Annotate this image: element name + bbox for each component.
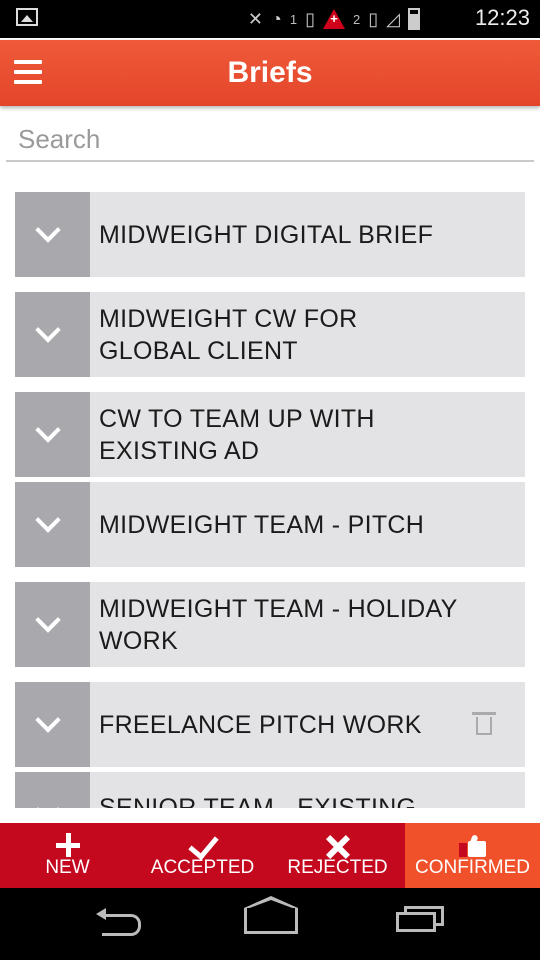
back-icon[interactable] bbox=[96, 908, 146, 938]
check-icon bbox=[187, 828, 219, 861]
brief-title: MIDWEIGHT CW FOR GLOBAL CLIENT bbox=[99, 304, 358, 365]
sim-icon: ▯ bbox=[305, 9, 316, 29]
chevron-down-icon bbox=[35, 416, 61, 443]
sim-icon: ▯ bbox=[368, 9, 379, 29]
chevron-down-icon bbox=[35, 706, 61, 733]
tab-accepted[interactable]: ACCEPTED bbox=[135, 823, 270, 888]
brief-list[interactable]: MIDWEIGHT DIGITAL BRIEF MIDWEIGHT CW FOR… bbox=[15, 192, 525, 808]
sim1-label: 1 bbox=[289, 11, 298, 27]
expand-toggle[interactable] bbox=[15, 392, 90, 477]
expand-toggle[interactable] bbox=[15, 292, 90, 377]
expand-toggle[interactable] bbox=[15, 772, 90, 808]
close-icon bbox=[326, 835, 350, 859]
sim2-label: 2 bbox=[353, 11, 361, 27]
chevron-down-icon bbox=[35, 216, 61, 243]
expand-toggle[interactable] bbox=[15, 582, 90, 667]
list-item[interactable]: MIDWEIGHT CW FOR GLOBAL CLIENT bbox=[15, 292, 525, 377]
chevron-down-icon bbox=[35, 796, 61, 808]
brief-title: SENIOR TEAM - EXISTING bbox=[99, 794, 417, 808]
search-input[interactable] bbox=[6, 118, 534, 162]
tab-confirmed[interactable]: CONFIRMED bbox=[405, 823, 540, 888]
tab-rejected[interactable]: REJECTED bbox=[270, 823, 405, 888]
app-bar: Briefs bbox=[0, 40, 540, 106]
page-title: Briefs bbox=[227, 56, 313, 89]
brief-title: MIDWEIGHT TEAM - PITCH bbox=[99, 510, 425, 539]
list-item[interactable]: CW TO TEAM UP WITH EXISTING AD bbox=[15, 392, 525, 477]
chevron-down-icon bbox=[35, 316, 61, 343]
list-item[interactable]: MIDWEIGHT TEAM - PITCH bbox=[15, 482, 525, 567]
expand-toggle[interactable] bbox=[15, 682, 90, 767]
expand-toggle[interactable] bbox=[15, 482, 90, 567]
list-item[interactable]: MIDWEIGHT DIGITAL BRIEF bbox=[15, 192, 525, 277]
plus-icon bbox=[55, 833, 80, 857]
tab-label: REJECTED bbox=[287, 857, 388, 878]
home-icon[interactable] bbox=[244, 896, 298, 934]
list-item[interactable]: FREELANCE PITCH WORK bbox=[15, 682, 525, 767]
chevron-down-icon bbox=[35, 606, 61, 633]
plus-alert-icon: + bbox=[323, 9, 346, 29]
brief-title: MIDWEIGHT DIGITAL BRIEF bbox=[99, 220, 434, 249]
brief-title: CW TO TEAM UP WITH EXISTING AD bbox=[99, 404, 375, 465]
clock: 12:23 bbox=[474, 5, 530, 30]
signal-icon: ◿ bbox=[386, 9, 400, 29]
trash-icon[interactable] bbox=[472, 711, 496, 735]
tab-new[interactable]: NEW bbox=[0, 823, 135, 888]
thumbs-up-icon bbox=[458, 834, 487, 857]
list-item[interactable]: MIDWEIGHT TEAM - HOLIDAY WORK bbox=[15, 582, 525, 667]
image-icon bbox=[16, 8, 38, 26]
list-item[interactable]: SENIOR TEAM - EXISTING bbox=[15, 772, 525, 808]
tab-label: NEW bbox=[45, 857, 90, 878]
brief-title: MIDWEIGHT TEAM - HOLIDAY WORK bbox=[99, 594, 458, 655]
system-nav-bar bbox=[0, 888, 540, 960]
expand-toggle[interactable] bbox=[15, 192, 90, 277]
recent-apps-icon[interactable] bbox=[396, 906, 444, 932]
status-bar: ✕ ◔ 1 ▯ + 2 ▯ ◿ 12:23 bbox=[0, 0, 540, 38]
status-icons: ✕ ◔ 1 ▯ + 2 ▯ ◿ bbox=[248, 6, 420, 32]
wifi-icon: ◔ bbox=[271, 9, 282, 29]
chevron-down-icon bbox=[35, 506, 61, 533]
tab-label: CONFIRMED bbox=[414, 857, 531, 878]
mute-icon: ✕ bbox=[247, 9, 263, 29]
brief-title: FREELANCE PITCH WORK bbox=[99, 710, 422, 739]
battery-icon bbox=[408, 8, 420, 30]
tab-label: ACCEPTED bbox=[150, 857, 255, 878]
bottom-tab-bar: NEW ACCEPTED REJECTED CONFIRMED bbox=[0, 823, 540, 888]
